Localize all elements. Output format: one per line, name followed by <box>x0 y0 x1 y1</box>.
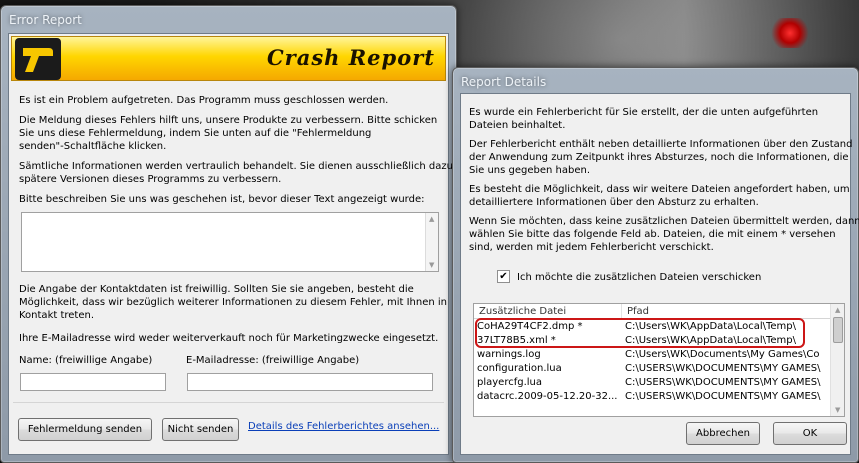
app-logo-icon <box>15 38 61 80</box>
intro-text: Es ist ein Problem aufgetreten. Das Prog… <box>19 95 389 106</box>
scroll-down-arrow-icon[interactable]: ▼ <box>835 406 840 414</box>
files-listview[interactable]: Zusätzliche Datei Pfad CoHA29T4CF2.dmp *… <box>473 303 845 417</box>
name-field[interactable] <box>20 373 166 391</box>
details-text-line: Dateien beinhaltet. <box>469 120 566 131</box>
name-label: Name: (freiwillige Angabe) <box>19 355 153 366</box>
privacy-text-line: Sämtliche Informationen werden vertrauli… <box>19 161 457 172</box>
details-text-line: Es besteht die Möglichkeit, dass wir wei… <box>469 184 850 195</box>
email-label: E-Mailadresse: (freiwillige Angabe) <box>186 355 360 366</box>
separator <box>13 402 444 403</box>
details-text-line: der Anwendung zum Zeitpunkt ihres Abstur… <box>469 152 849 163</box>
email-privacy-text: Ihre E-Mailadresse wird weder weiterverk… <box>19 333 439 344</box>
window-title[interactable]: Report Details <box>453 68 858 94</box>
file-path: C:\USERS\WK\DOCUMENTS\MY GAMES\ <box>625 391 821 402</box>
window-title[interactable]: Error Report <box>1 6 456 32</box>
help-text-line: senden"-Schaltfläche klicken. <box>19 141 167 152</box>
contact-text-line: Kontakt treten. <box>19 310 95 321</box>
listview-header: Zusätzliche Datei Pfad <box>474 304 832 319</box>
details-text-line: wählen Sie bitte das folgende Feld ab. D… <box>469 229 836 240</box>
error-report-client: Crash Report Es ist ein Problem aufgetre… <box>8 33 456 455</box>
checkbox-label[interactable]: Ich möchte die zusätzlichen Dateien vers… <box>517 271 761 284</box>
file-path: C:\USERS\WK\DOCUMENTS\MY GAMES\ <box>625 377 821 388</box>
details-text-line: sind, werden mit jedem Fehlerbericht ver… <box>469 242 714 253</box>
scroll-up-arrow-icon[interactable]: ▲ <box>835 306 840 314</box>
details-text-line: Wenn Sie möchten, dass keine zusätzliche… <box>469 216 859 227</box>
scroll-down-arrow-icon[interactable]: ▼ <box>429 261 434 269</box>
description-value <box>22 213 438 217</box>
email-field[interactable] <box>187 373 433 391</box>
dont-send-button[interactable]: Nicht senden <box>162 418 239 441</box>
contact-text-line: Möglichkeit, dass wir bezüglich weiterer… <box>19 297 447 308</box>
details-text-line: Der Fehlerbericht enthält neben detailli… <box>469 139 853 150</box>
report-details-window: Report Details Es wurde ein Fehlerberich… <box>452 67 859 463</box>
send-report-button[interactable]: Fehlermeldung senden <box>18 418 152 441</box>
privacy-text-line: spätere Versionen dieses Programms zu ve… <box>19 174 282 185</box>
description-textarea[interactable]: ▲ ▼ <box>21 212 439 272</box>
error-report-window: Error Report Crash Report Es ist ein Pro… <box>0 5 457 463</box>
description-scrollbar[interactable]: ▲ ▼ <box>425 213 438 271</box>
file-name: configuration.lua <box>477 363 562 374</box>
scroll-up-arrow-icon[interactable]: ▲ <box>429 215 434 223</box>
help-text-line: Sie uns diese Fehlermeldung, indem Sie u… <box>19 128 372 139</box>
scroll-thumb[interactable] <box>833 317 843 343</box>
background-red-glow <box>770 18 810 48</box>
cancel-button[interactable]: Abbrechen <box>686 422 760 445</box>
ok-button[interactable]: OK <box>773 422 847 445</box>
file-name: playercfg.lua <box>477 377 543 388</box>
column-header-path[interactable]: Pfad <box>622 304 832 319</box>
details-link[interactable]: Details des Fehlerberichtes ansehen... <box>248 421 439 432</box>
additional-files-checkbox[interactable]: ✔ <box>497 270 510 283</box>
details-text-line: Es wurde ein Fehlerbericht für Sie erste… <box>469 107 819 118</box>
annotation-highlight <box>475 318 805 348</box>
file-path: C:\USERS\WK\DOCUMENTS\MY GAMES\ <box>625 363 821 374</box>
crash-report-banner: Crash Report <box>11 36 446 81</box>
report-details-client: Es wurde ein Fehlerbericht für Sie erste… <box>460 93 859 455</box>
file-name: datacrc.2009-05-12.20-32... <box>477 391 618 402</box>
listview-scrollbar[interactable]: ▲ ▼ <box>830 304 844 416</box>
banner-title: Crash Report <box>266 45 435 70</box>
file-name: warnings.log <box>477 349 541 360</box>
column-header-file[interactable]: Zusätzliche Datei <box>474 304 622 319</box>
details-text-line: Sie uns gegeben haben. <box>469 165 591 176</box>
contact-text-line: Die Angabe der Kontaktdaten ist freiwill… <box>19 284 414 295</box>
description-prompt: Bitte beschreiben Sie uns was geschehen … <box>19 194 425 205</box>
file-path: C:\Users\WK\Documents\My Games\Co <box>625 349 820 360</box>
details-text-line: detailliertere Informationen über den Ab… <box>469 197 759 208</box>
help-text-line: Die Meldung dieses Fehlers hilft uns, un… <box>19 115 438 126</box>
